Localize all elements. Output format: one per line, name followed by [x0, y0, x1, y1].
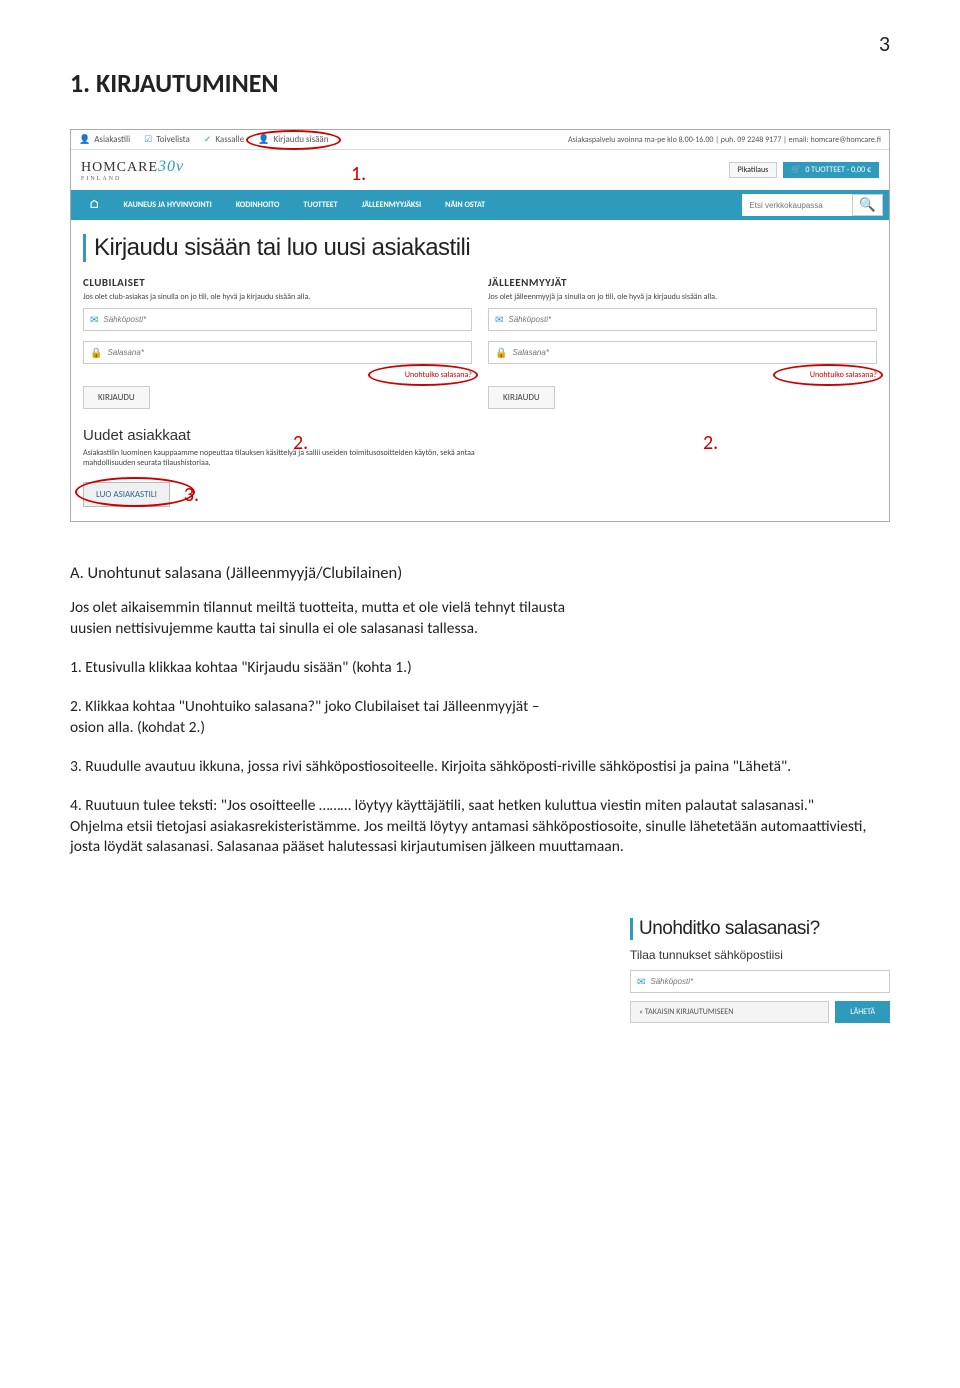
jalleenmyyjat-email-field[interactable]: ✉	[488, 308, 877, 331]
annotation-ellipse-4	[75, 477, 195, 507]
page-number: 3	[70, 30, 890, 57]
forgot-panel-title: Unohditko salasanasi?	[630, 918, 890, 940]
section-a-intro: Jos olet aikaisemmin tilannut meiltä tuo…	[70, 598, 570, 640]
annotation-ellipse-1	[246, 130, 341, 150]
send-button[interactable]: LÄHETÄ	[835, 1001, 890, 1023]
jalleenmyyjat-email-input[interactable]	[508, 315, 870, 324]
check-icon: ☑	[144, 134, 152, 145]
section-a-step4: 4. Ruutuun tulee teksti: "Jos osoitteell…	[70, 796, 890, 817]
search-button[interactable]: 🔍	[852, 194, 883, 216]
topbar-item-login[interactable]: 👤Kirjaudu sisään	[258, 134, 328, 145]
midbar: HOMCARE30v FINLAND Pikatilaus 🛒0 TUOTTEE…	[71, 150, 889, 190]
clubilaiset-password-input[interactable]	[107, 348, 465, 357]
login-screenshot: 👤Asiakastili ☑Toivelista ✓Kassalle 👤Kirj…	[70, 129, 890, 522]
quick-order-button[interactable]: Pikatilaus	[729, 162, 778, 178]
topbar-info: Asiakaspalvelu avoinna ma-pe klo 8.00-16…	[568, 135, 881, 145]
topbar-item-checkout[interactable]: ✓Kassalle	[204, 134, 244, 145]
jalleenmyyjat-password-field[interactable]: 🔒	[488, 341, 877, 364]
instructions-section: A. Unohtunut salasana (Jälleenmyyjä/Club…	[70, 562, 890, 859]
jalleenmyyjat-text: Jos olet jälleenmyyjä ja sinulla on jo t…	[488, 292, 877, 302]
clubilaiset-title: CLUBILAISET	[83, 276, 472, 289]
clubilaiset-text: Jos olet club-asiakas ja sinulla on jo t…	[83, 292, 472, 302]
section-a-step4b: Ohjelma etsii tietojasi asiakasrekisteri…	[70, 817, 890, 859]
checkmark-icon: ✓	[204, 134, 212, 145]
annotation-label-3: 3.	[184, 483, 199, 507]
nav-search: 🔍	[742, 194, 883, 216]
nav-item[interactable]: JÄLLEENMYYJÄKSI	[350, 192, 434, 218]
login-page-title: Kirjaudu sisään tai luo uusi asiakastili	[83, 234, 877, 262]
forgot-password-panel: Unohditko salasanasi? Tilaa tunnukset sä…	[630, 918, 890, 1023]
new-customers-title: Uudet asiakkaat	[83, 427, 877, 444]
jalleenmyyjat-forgot-link[interactable]: Unohtuiko salasana?	[488, 370, 877, 380]
nav-item[interactable]: NÄIN OSTAT	[433, 192, 497, 218]
cart-icon: 🛒	[791, 165, 801, 175]
lock-icon: 🔒	[90, 346, 102, 359]
topbar-item-account[interactable]: 👤Asiakastili	[79, 134, 130, 145]
annotation-label-1: 1.	[351, 162, 366, 186]
nav-item[interactable]: KAUNEUS JA HYVINVOINTI	[112, 192, 224, 218]
clubilaiset-column: CLUBILAISET Jos olet club-asiakas ja sin…	[83, 276, 472, 409]
annotation-label-2b: 2.	[703, 431, 718, 455]
section-a-step3: 3. Ruudulle avautuu ikkuna, jossa rivi s…	[70, 757, 890, 778]
annotation-ellipse-2	[368, 364, 478, 386]
jalleenmyyjat-login-button[interactable]: KIRJAUDU	[488, 386, 555, 409]
new-customers-section: Uudet asiakkaat Asiakastilin luominen ka…	[83, 427, 877, 507]
annotation-label-2: 2.	[293, 431, 308, 455]
lock-icon: 🔒	[495, 346, 507, 359]
topbar-item-wishlist[interactable]: ☑Toivelista	[144, 134, 190, 145]
annotation-ellipse-3	[773, 364, 883, 386]
topbar: 👤Asiakastili ☑Toivelista ✓Kassalle 👤Kirj…	[71, 130, 889, 150]
clubilaiset-forgot-link[interactable]: Unohtuiko salasana?	[83, 370, 472, 380]
mail-icon: ✉	[90, 313, 98, 326]
main-nav: ⌂ KAUNEUS JA HYVINVOINTI KODINHOITO TUOT…	[71, 190, 889, 220]
nav-item[interactable]: TUOTTEET	[291, 192, 349, 218]
jalleenmyyjat-password-input[interactable]	[512, 348, 870, 357]
logo: HOMCARE30v FINLAND	[81, 158, 184, 182]
section-a-step2: 2. Klikkaa kohtaa "Unohtuiko salasana?" …	[70, 697, 570, 739]
mail-icon: ✉	[637, 975, 645, 988]
user-icon: 👤	[79, 134, 90, 145]
nav-item[interactable]: KODINHOITO	[224, 192, 292, 218]
nav-home[interactable]: ⌂	[77, 190, 112, 220]
mail-icon: ✉	[495, 313, 503, 326]
forgot-email-field[interactable]: ✉	[630, 970, 890, 993]
cart-button[interactable]: 🛒0 TUOTTEET - 0,00 €	[783, 162, 879, 178]
clubilaiset-password-field[interactable]: 🔒	[83, 341, 472, 364]
clubilaiset-email-field[interactable]: ✉	[83, 308, 472, 331]
section-a-title: A. Unohtunut salasana (Jälleenmyyjä/Club…	[70, 562, 890, 584]
back-to-login-button[interactable]: « TAKAISIN KIRJAUTUMISEEN	[630, 1001, 829, 1023]
page-heading: 1. KIRJAUTUMINEN	[70, 67, 890, 99]
jalleenmyyjat-column: JÄLLEENMYYJÄT Jos olet jälleenmyyjä ja s…	[488, 276, 877, 409]
forgot-email-input[interactable]	[650, 977, 883, 986]
search-input[interactable]	[742, 194, 852, 216]
section-a-step1: 1. Etusivulla klikkaa kohtaa "Kirjaudu s…	[70, 658, 570, 679]
clubilaiset-email-input[interactable]	[103, 315, 465, 324]
jalleenmyyjat-title: JÄLLEENMYYJÄT	[488, 276, 877, 289]
forgot-panel-subtitle: Tilaa tunnukset sähköpostiisi	[630, 948, 890, 962]
clubilaiset-login-button[interactable]: KIRJAUDU	[83, 386, 150, 409]
new-customers-text: Asiakastilin luominen kauppaamme nopeutt…	[83, 448, 493, 469]
